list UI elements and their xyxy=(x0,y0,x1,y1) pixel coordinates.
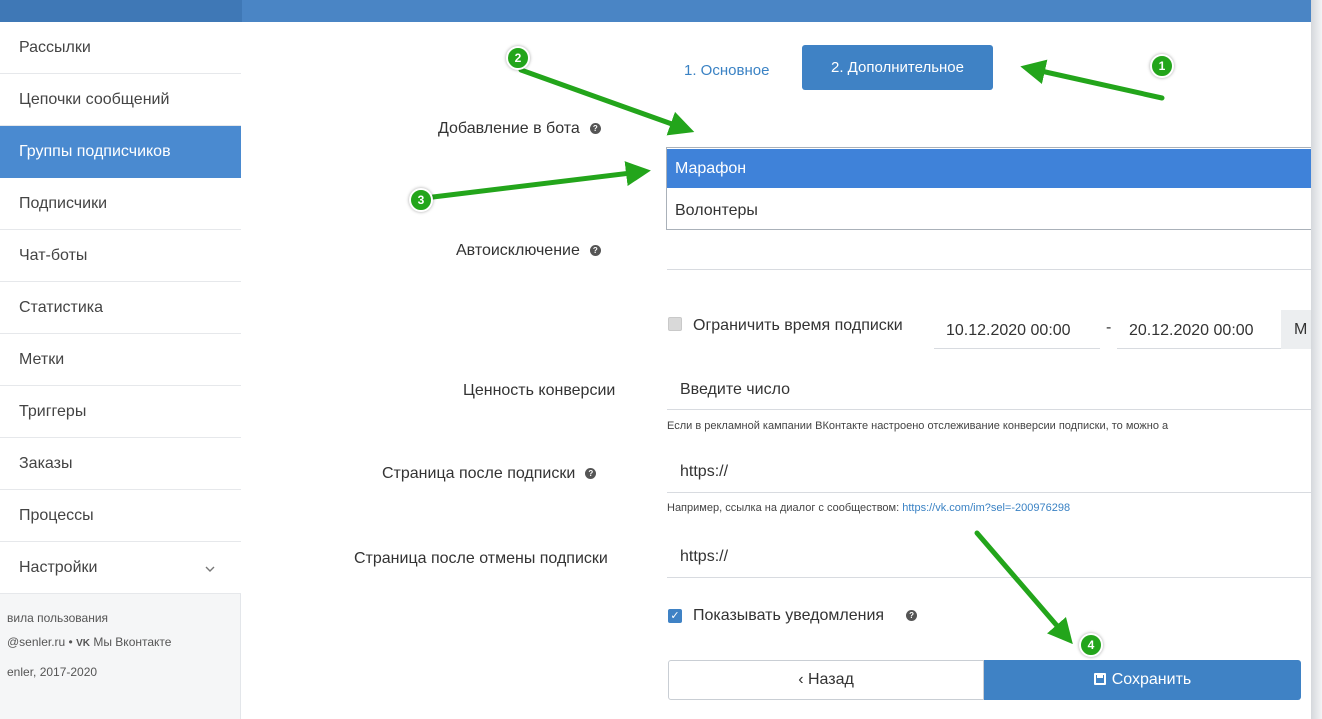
save-button-label: Сохранить xyxy=(1111,671,1192,688)
sidebar-item-label: Процессы xyxy=(19,507,94,524)
sidebar-item-chatbots[interactable]: Чат-боты xyxy=(0,230,241,282)
after-subscribe-input[interactable]: https:// xyxy=(680,463,728,481)
help-icon[interactable]: ? xyxy=(589,245,601,257)
tab-basic[interactable]: 1. Основное xyxy=(684,62,769,79)
contact-email-link[interactable]: @senler.ru • xyxy=(7,635,73,649)
annotation-badge-1: 1 xyxy=(1150,54,1174,78)
date-separator: - xyxy=(1106,319,1112,336)
sidebar: Рассылки Цепочки сообщений Группы подпис… xyxy=(0,22,241,719)
vk-dialog-link[interactable]: https://vk.com/im?sel=-200976298 xyxy=(902,502,1070,514)
after-unsubscribe-underline xyxy=(667,577,1311,578)
annotation-badge-3: 3 xyxy=(409,188,433,212)
sidebar-item-label: Рассылки xyxy=(19,39,91,56)
show-notifications-label: Показывать уведомления? xyxy=(693,607,918,625)
show-notifications-checkbox[interactable]: ✓ xyxy=(668,609,682,623)
after-subscribe-underline xyxy=(667,492,1311,493)
bot-select-list[interactable]: Марафон Волонтеры xyxy=(666,147,1311,230)
sidebar-item-label: Цепочки сообщений xyxy=(19,91,170,108)
top-header-left xyxy=(0,0,242,22)
save-button[interactable]: Сохранить xyxy=(984,660,1301,700)
sidebar-item-label: Заказы xyxy=(19,455,73,472)
sidebar-item-label: Метки xyxy=(19,351,65,368)
chevron-down-icon xyxy=(205,542,215,594)
date-to-input[interactable]: 20.12.2020 00:00 xyxy=(1117,312,1281,349)
sidebar-item-label: Настройки xyxy=(19,559,98,576)
conversion-value-label: Ценность конверсии xyxy=(463,382,616,399)
floppy-disk-icon xyxy=(1093,673,1106,685)
footer-contacts: @senler.ru • VK Мы Вконтакте xyxy=(7,635,171,649)
tab-extra[interactable]: 2. Дополнительное xyxy=(802,45,993,90)
date-from-input[interactable]: 10.12.2020 00:00 xyxy=(934,312,1100,349)
back-button[interactable]: ‹ Назад xyxy=(668,660,984,700)
arrow-3 xyxy=(430,161,651,200)
bot-option-volunteers[interactable]: Волонтеры xyxy=(667,191,1311,230)
help-icon[interactable]: ? xyxy=(585,468,597,480)
conversion-value-underline xyxy=(667,409,1311,410)
after-unsubscribe-label: Страница после отмены подписки xyxy=(354,550,608,567)
vk-link[interactable]: Мы Вконтакте xyxy=(93,635,171,649)
auto-exclusion-field[interactable] xyxy=(667,269,1311,270)
limit-time-checkbox[interactable] xyxy=(668,317,682,331)
bot-option-marathon[interactable]: Марафон xyxy=(667,149,1311,188)
conversion-hint: Если в рекламной кампании ВКонтакте наст… xyxy=(667,420,1169,432)
annotation-badge-4: 4 xyxy=(1079,633,1103,657)
annotation-badge-2: 2 xyxy=(506,46,530,70)
sidebar-item-subscriber-groups[interactable]: Группы подписчиков xyxy=(0,126,241,178)
arrow-4 xyxy=(974,530,1073,645)
sidebar-item-label: Триггеры xyxy=(19,403,87,420)
footer-copyright: enler, 2017-2020 xyxy=(7,665,98,679)
conversion-value-input[interactable]: Введите число xyxy=(680,381,790,399)
help-icon[interactable]: ? xyxy=(589,123,601,135)
footer-rules-link[interactable]: вила пользования xyxy=(7,611,108,625)
page-edge-shadow xyxy=(1311,0,1322,719)
sidebar-item-label: Подписчики xyxy=(19,195,108,212)
sidebar-item-orders[interactable]: Заказы xyxy=(0,438,241,490)
vk-icon: VK xyxy=(76,638,90,649)
sidebar-item-label: Чат-боты xyxy=(19,247,88,264)
m-button[interactable]: М xyxy=(1281,310,1311,349)
sidebar-item-triggers[interactable]: Триггеры xyxy=(0,386,241,438)
after-subscribe-hint: Например, ссылка на диалог с сообществом… xyxy=(667,502,1071,514)
sidebar-item-message-chains[interactable]: Цепочки сообщений xyxy=(0,74,241,126)
help-icon[interactable]: ? xyxy=(906,610,918,622)
sidebar-item-mailings[interactable]: Рассылки xyxy=(0,22,241,74)
after-subscribe-label: Страница после подписки? xyxy=(382,465,597,483)
sidebar-item-tags[interactable]: Метки xyxy=(0,334,241,386)
sidebar-item-statistics[interactable]: Статистика xyxy=(0,282,241,334)
sidebar-item-subscribers[interactable]: Подписчики xyxy=(0,178,241,230)
auto-exclusion-label: Автоисключение? xyxy=(456,242,601,260)
after-unsubscribe-input[interactable]: https:// xyxy=(680,548,728,566)
sidebar-item-label: Статистика xyxy=(19,299,104,316)
add-to-bot-label: Добавление в бота? xyxy=(438,120,601,138)
limit-time-label: Ограничить время подписки xyxy=(693,317,903,334)
sidebar-item-processes[interactable]: Процессы xyxy=(0,490,241,542)
sidebar-item-settings[interactable]: Настройки xyxy=(0,542,241,594)
sidebar-item-label: Группы подписчиков xyxy=(19,143,171,160)
arrow-1 xyxy=(1020,59,1165,101)
